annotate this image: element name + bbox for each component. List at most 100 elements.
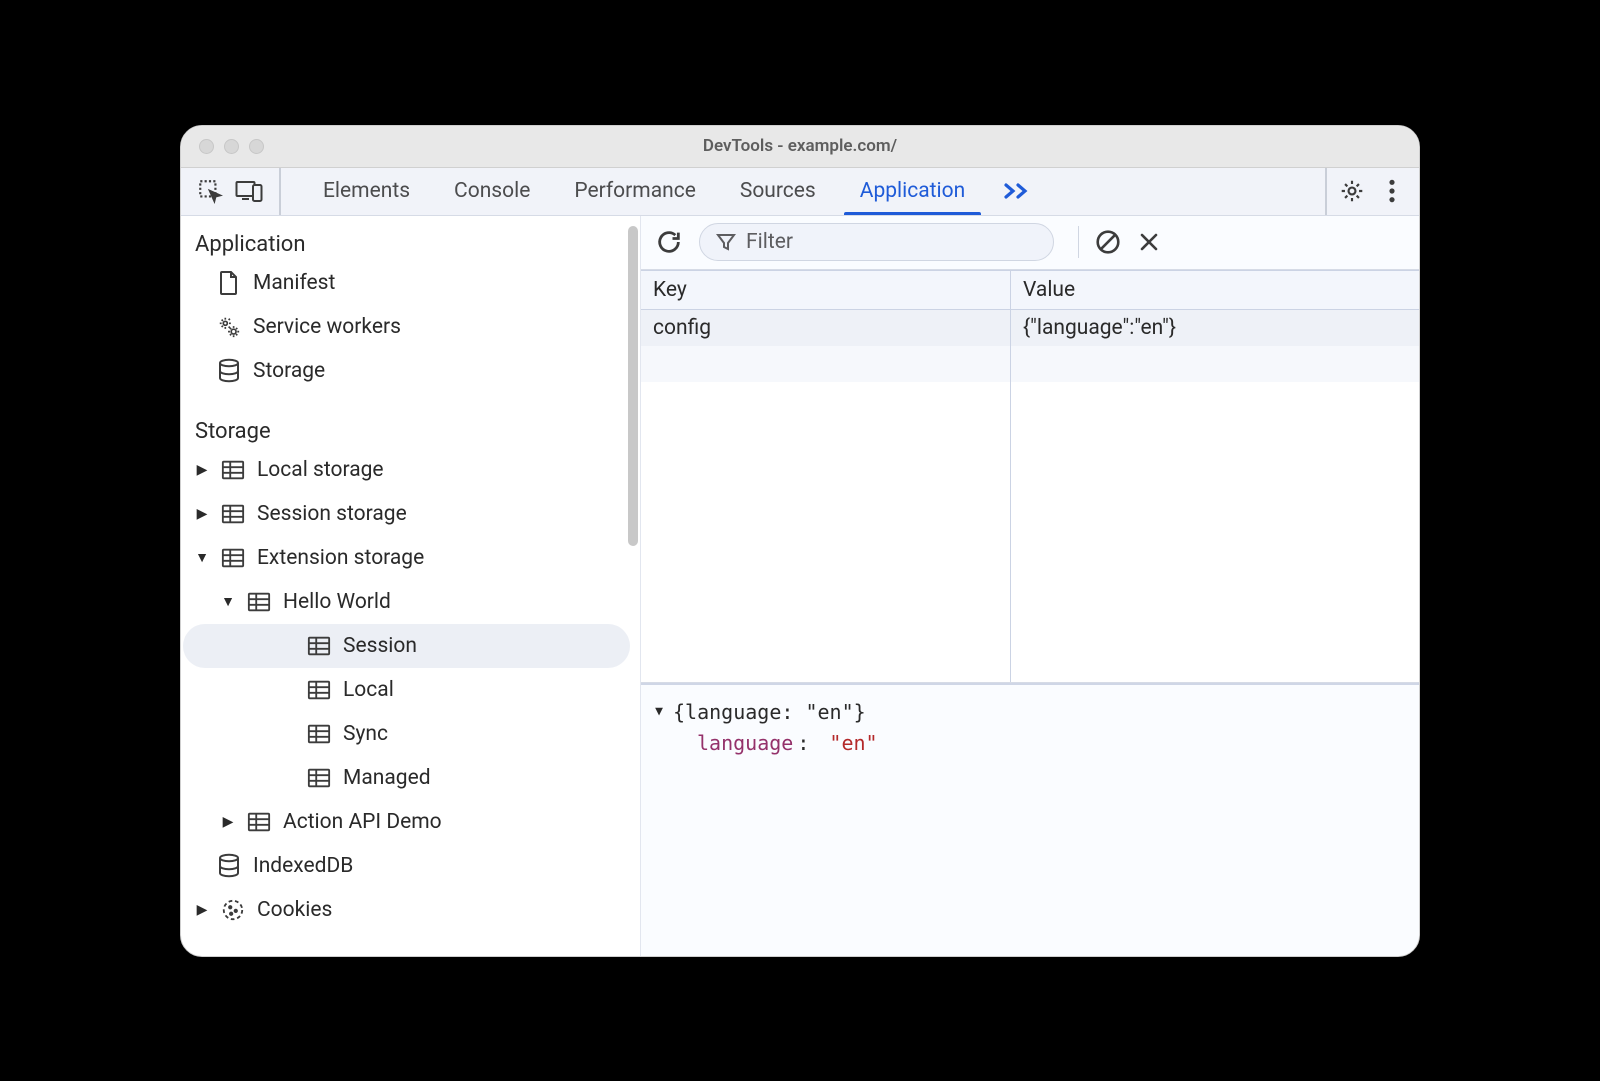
sidebar-item-label: Local storage xyxy=(257,458,384,482)
filter-input[interactable]: Filter xyxy=(699,223,1054,261)
sidebar-item-service-workers[interactable]: Service workers xyxy=(181,305,640,349)
tab-console[interactable]: Console xyxy=(432,168,552,215)
clear-all-icon[interactable] xyxy=(1095,229,1121,255)
scrollbar-thumb[interactable] xyxy=(628,226,638,546)
sidebar-item-ext-sync[interactable]: Sync xyxy=(181,712,640,756)
cookie-icon xyxy=(221,897,245,923)
preview-prop-key: language xyxy=(697,728,793,759)
chevron-down-icon: ▼ xyxy=(649,702,669,722)
tab-sources[interactable]: Sources xyxy=(718,168,838,215)
window-controls xyxy=(181,139,264,154)
sidebar-item-storage[interactable]: Storage xyxy=(181,349,640,393)
kebab-menu-icon[interactable] xyxy=(1387,178,1397,204)
tab-label: Performance xyxy=(574,179,695,203)
tabs-overflow-button[interactable] xyxy=(987,168,1031,215)
table-icon xyxy=(221,459,245,481)
document-icon xyxy=(217,270,241,296)
table-icon xyxy=(247,591,271,613)
table-icon xyxy=(307,679,331,701)
tab-performance[interactable]: Performance xyxy=(552,168,717,215)
main-panel: Filter Key Value config {"l xyxy=(641,216,1419,956)
chevron-right-icon: ▶ xyxy=(195,462,209,478)
delete-selected-icon[interactable] xyxy=(1137,230,1161,254)
database-icon xyxy=(217,853,241,879)
preview-summary-row[interactable]: ▼ {language: "en"} xyxy=(649,697,1411,728)
tab-label: Console xyxy=(454,179,530,203)
settings-gear-icon[interactable] xyxy=(1339,178,1365,204)
table-filler xyxy=(641,382,1419,682)
sidebar-item-local-storage[interactable]: ▶ Local storage xyxy=(181,448,640,492)
tabbar-right-tools xyxy=(1325,168,1419,215)
preview-property-row[interactable]: language: "en" xyxy=(649,728,1411,759)
sidebar-item-ext-local[interactable]: Local xyxy=(181,668,640,712)
table-row-empty[interactable] xyxy=(641,346,1419,382)
minimize-window-button[interactable] xyxy=(224,139,239,154)
preview-summary: {language: "en"} xyxy=(673,697,866,728)
table-body: config {"language":"en"} xyxy=(641,310,1419,382)
toolbar-separator xyxy=(1078,226,1079,258)
sidebar-item-label: IndexedDB xyxy=(253,854,353,878)
sidebar-item-label: Storage xyxy=(253,359,325,383)
sidebar-item-label: Cookies xyxy=(257,898,332,922)
device-toolbar-icon[interactable] xyxy=(235,179,263,203)
table-icon xyxy=(247,811,271,833)
sidebar-item-label: Hello World xyxy=(283,590,391,614)
column-header-key[interactable]: Key xyxy=(641,271,1011,309)
devtools-tabbar: Elements Console Performance Sources App… xyxy=(181,168,1419,216)
cell-key: config xyxy=(641,310,1011,346)
table-icon xyxy=(307,635,331,657)
cell-value: {"language":"en"} xyxy=(1011,310,1419,346)
tab-strip: Elements Console Performance Sources App… xyxy=(281,168,987,215)
column-header-value[interactable]: Value xyxy=(1011,271,1419,309)
sidebar-item-label: Managed xyxy=(343,766,431,790)
cell-value xyxy=(1011,346,1419,382)
close-window-button[interactable] xyxy=(199,139,214,154)
chevron-down-icon: ▼ xyxy=(195,549,209,566)
sidebar-item-ext-managed[interactable]: Managed xyxy=(181,756,640,800)
chevron-right-icon: ▶ xyxy=(195,506,209,522)
sidebar-item-extension-storage[interactable]: ▼ Extension storage xyxy=(181,536,640,580)
sidebar-item-manifest[interactable]: Manifest xyxy=(181,261,640,305)
titlebar: DevTools - example.com/ xyxy=(181,126,1419,168)
value-preview: ▼ {language: "en"} language: "en" xyxy=(641,683,1419,956)
sidebar-item-cookies[interactable]: ▶ Cookies xyxy=(181,888,640,932)
table-row[interactable]: config {"language":"en"} xyxy=(641,310,1419,346)
table-header: Key Value xyxy=(641,270,1419,310)
tab-label: Elements xyxy=(323,179,410,203)
filter-funnel-icon xyxy=(716,232,736,252)
sidebar-item-label: Session xyxy=(343,634,417,658)
sidebar-item-ext-session[interactable]: Session xyxy=(183,624,630,668)
sidebar: Application Manifest Service workers xyxy=(181,216,641,956)
refresh-icon[interactable] xyxy=(655,228,683,256)
chevron-down-icon: ▼ xyxy=(221,593,235,610)
content-area: Application Manifest Service workers xyxy=(181,216,1419,956)
sidebar-item-indexeddb[interactable]: IndexedDB xyxy=(181,844,640,888)
sidebar-tree: Application Manifest Service workers xyxy=(181,216,640,932)
sidebar-item-hello-world[interactable]: ▼ Hello World xyxy=(181,580,640,624)
chevron-right-icon: ▶ xyxy=(221,814,235,830)
window-title: DevTools - example.com/ xyxy=(181,136,1419,156)
section-storage: Storage xyxy=(181,411,640,448)
sidebar-item-label: Action API Demo xyxy=(283,810,442,834)
sidebar-item-session-storage[interactable]: ▶ Session storage xyxy=(181,492,640,536)
database-icon xyxy=(217,358,241,384)
devtools-window: DevTools - example.com/ Elements Console… xyxy=(180,125,1420,957)
sidebar-item-label: Local xyxy=(343,678,394,702)
storage-table: Key Value config {"language":"en"} xyxy=(641,270,1419,683)
zoom-window-button[interactable] xyxy=(249,139,264,154)
gears-icon xyxy=(217,314,241,340)
table-icon xyxy=(307,767,331,789)
section-application: Application xyxy=(181,224,640,261)
table-icon xyxy=(221,503,245,525)
tab-label: Application xyxy=(860,179,965,203)
table-icon xyxy=(221,547,245,569)
sidebar-item-action-api-demo[interactable]: ▶ Action API Demo xyxy=(181,800,640,844)
sidebar-item-label: Session storage xyxy=(257,502,407,526)
sidebar-item-label: Extension storage xyxy=(257,546,424,570)
tab-label: Sources xyxy=(740,179,816,203)
tab-application[interactable]: Application xyxy=(838,168,987,215)
storage-toolbar: Filter xyxy=(641,216,1419,270)
inspect-element-icon[interactable] xyxy=(197,178,223,204)
tab-elements[interactable]: Elements xyxy=(301,168,432,215)
tabbar-left-tools xyxy=(181,168,281,215)
